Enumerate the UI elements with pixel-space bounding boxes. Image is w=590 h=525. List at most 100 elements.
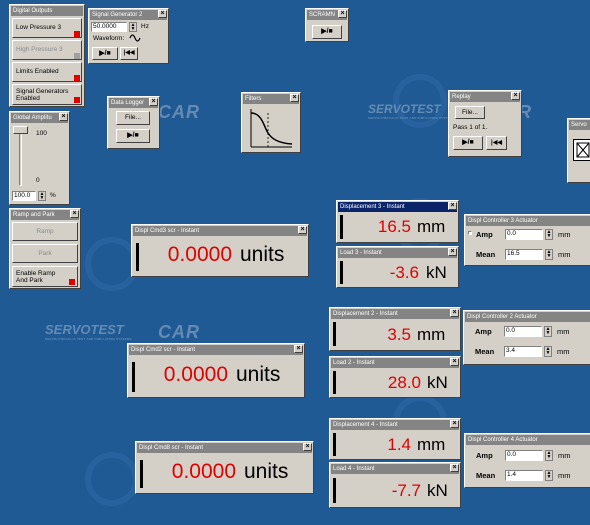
ramp-and-park-window: Ramp and Park × Ramp Park Enable Ramp An… — [9, 208, 81, 289]
file-button[interactable]: File... — [116, 111, 150, 125]
window-title: Servo — [569, 120, 590, 130]
unit-label: mm — [557, 347, 570, 356]
unit-label: mm — [558, 230, 571, 239]
close-icon[interactable]: × — [298, 226, 307, 234]
park-button[interactable]: Park — [12, 244, 78, 263]
display-unit: mm — [417, 325, 446, 344]
watermark-text: CAR — [158, 322, 200, 342]
play-stop-button[interactable]: ▶/■ — [312, 25, 342, 39]
rewind-button[interactable]: |◀◀ — [486, 136, 507, 150]
amp-label: Amp — [476, 451, 493, 460]
display-unit: units — [240, 243, 285, 266]
filter-response-icon[interactable] — [248, 107, 294, 149]
unit-label: mm — [558, 250, 571, 259]
amplitude-field[interactable]: 100.0 — [12, 191, 36, 201]
close-icon[interactable]: × — [290, 94, 299, 102]
play-stop-button[interactable]: ▶/■ — [116, 129, 150, 143]
servo-valve-icon[interactable] — [573, 139, 590, 161]
slider-max-label: 100 — [36, 130, 47, 137]
play-stop-button[interactable]: ▶/■ — [453, 136, 483, 150]
mean-label: Mean — [476, 250, 496, 259]
window-title: Displacement 3 - Instant — [338, 202, 457, 212]
servo-window: Servo — [567, 118, 590, 183]
close-icon[interactable]: × — [448, 202, 457, 210]
load-2-display: Load 2 - Instant × 28.0 kN — [329, 356, 461, 398]
unit-label: % — [50, 192, 56, 199]
digital-outputs-window: Digital Outputs Low Pressure 3 High Pres… — [9, 4, 85, 107]
rewind-button[interactable]: |◀◀ — [120, 47, 138, 60]
filters-window: Filters × — [241, 92, 301, 153]
low-pressure-3-button[interactable]: Low Pressure 3 — [12, 18, 82, 38]
window-title: Displ Cmd2 scr - Instant — [129, 345, 303, 355]
status-led — [74, 53, 80, 59]
play-stop-button[interactable]: ▶/■ — [92, 47, 118, 60]
sine-wave-icon[interactable] — [129, 33, 141, 43]
close-icon[interactable]: × — [338, 10, 347, 18]
unit-label: mm — [558, 451, 571, 460]
ramp-button[interactable]: Ramp — [12, 222, 78, 241]
close-icon[interactable]: × — [450, 358, 459, 366]
status-led — [74, 97, 80, 103]
close-icon[interactable]: × — [70, 210, 79, 218]
spinner-icon[interactable]: ▲ ▼ — [545, 470, 553, 481]
window-title: Load 4 - Instant — [331, 464, 459, 474]
amp-field[interactable]: 0.0 — [505, 229, 543, 240]
signal-generators-enabled-button[interactable]: Signal Generators Enabled — [12, 84, 82, 105]
window-title: Displacement 4 - Instant — [331, 420, 459, 430]
close-icon[interactable]: × — [511, 92, 520, 100]
displ-controller-4-window: Displ Controller 4 Actuator Amp 0.0 ▲ ▼ m… — [464, 433, 590, 488]
mean-field[interactable]: 1.4 — [505, 470, 543, 481]
close-icon[interactable]: × — [149, 98, 158, 106]
mean-field[interactable]: 16.5 — [505, 249, 543, 260]
displ-controller-3-window: Displ Controller 3 Actuator Amp 0.0 ▲ ▼ m… — [464, 214, 590, 266]
load-3-display: Load 3 - Instant × -3.6 kN — [336, 246, 459, 288]
window-title: Displ Cmd3 scr - Instant — [133, 226, 307, 236]
window-title: Displ Controller 2 Actuator — [465, 312, 590, 322]
mean-label: Mean — [476, 471, 496, 480]
display-value: 28.0 — [387, 373, 421, 392]
data-logger-window: Data Logger × File... ▶/■ — [107, 96, 160, 149]
level-bar — [333, 322, 336, 346]
close-icon[interactable]: × — [448, 248, 457, 256]
high-pressure-3-button[interactable]: High Pressure 3 — [12, 40, 82, 60]
spinner-icon[interactable]: ▲ ▼ — [545, 229, 553, 240]
displ-controller-2-window: Displ Controller 2 Actuator Amp 0.0 ▲ ▼ m… — [463, 310, 590, 365]
spinner-icon[interactable]: ▲ ▼ — [544, 346, 552, 357]
display-value: 16.5 — [377, 217, 411, 236]
close-icon[interactable]: × — [59, 113, 68, 121]
mean-field[interactable]: 3.4 — [504, 346, 542, 357]
spinner-icon[interactable]: ▲ ▼ — [544, 326, 552, 337]
file-button[interactable]: File... — [455, 106, 485, 119]
close-icon[interactable]: × — [450, 309, 459, 317]
display-value: 0.0000 — [171, 460, 236, 483]
display-unit: kN — [427, 481, 448, 500]
displacement-3-display: Displacement 3 - Instant × 16.5 mm — [336, 200, 459, 243]
amp-field[interactable]: 0.0 — [504, 326, 542, 337]
level-bar — [136, 243, 139, 271]
spinner-icon[interactable]: ▲ ▼ — [545, 450, 553, 461]
limits-enabled-button[interactable]: Limits Enabled — [12, 62, 82, 82]
replay-window: Replay × File... Pass 1 of 1. ▶/■ |◀◀ — [448, 90, 522, 157]
close-icon[interactable]: × — [303, 443, 312, 451]
close-icon[interactable]: × — [450, 464, 459, 472]
close-icon[interactable]: × — [294, 345, 303, 353]
window-title: Displ Controller 4 Actuator — [466, 435, 590, 445]
display-value: 0.0000 — [163, 363, 228, 386]
watermark-text: SERVOTEST SERVOHYDRAULIC TEST AND SIMULAT… — [45, 322, 132, 341]
display-value: -7.7 — [391, 481, 421, 500]
status-led — [74, 31, 80, 37]
pass-status: Pass 1 of 1. — [453, 124, 488, 131]
close-icon[interactable]: × — [158, 10, 167, 18]
display-unit: kN — [427, 373, 448, 392]
checkbox[interactable] — [468, 231, 472, 235]
slider-thumb[interactable] — [13, 126, 28, 134]
frequency-field[interactable]: 50.0000 — [91, 22, 127, 32]
amp-field[interactable]: 0.0 — [505, 450, 543, 461]
close-icon[interactable]: × — [450, 420, 459, 428]
display-unit: mm — [417, 217, 446, 236]
spinner-icon[interactable]: ▲ ▼ — [38, 191, 46, 201]
spinner-icon[interactable]: ▲ ▼ — [129, 22, 137, 32]
level-bar — [140, 460, 143, 488]
spinner-icon[interactable]: ▲ ▼ — [545, 249, 553, 260]
amp-label: Amp — [476, 230, 493, 239]
